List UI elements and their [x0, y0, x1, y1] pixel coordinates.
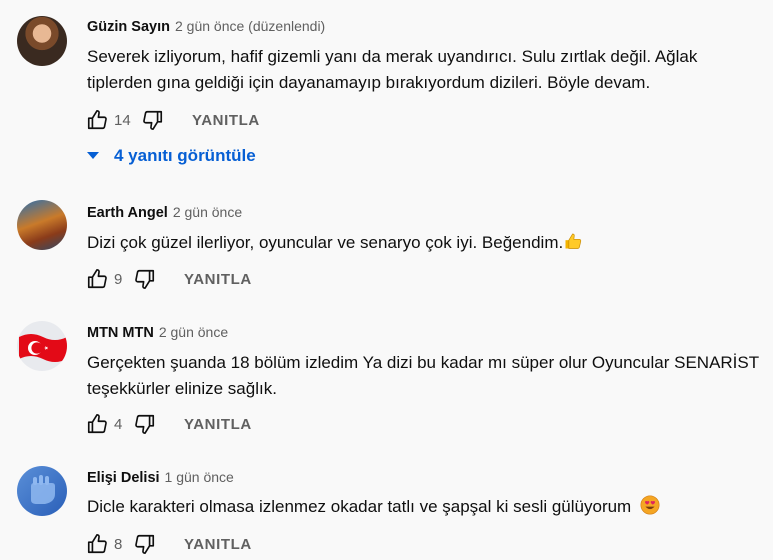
comment-header: Earth Angel 2 gün önce — [87, 203, 242, 222]
thumbs-up-emoji — [563, 231, 583, 251]
author-name[interactable]: Elişi Delisi — [87, 470, 160, 486]
comment-header: MTN MTN 2 gün önce — [87, 323, 228, 342]
comment-text-line: Dizi çok güzel ilerliyor, oyuncular ve s… — [87, 233, 564, 252]
turkish-flag-icon — [19, 334, 67, 362]
thumbs-down-icon[interactable] — [134, 413, 156, 435]
comment-text-line: Dicle karakteri olmasa izlenmez okadar t… — [87, 497, 632, 516]
avatar[interactable] — [17, 200, 67, 250]
thumbs-down-icon[interactable] — [142, 109, 164, 131]
comment-item: MTN MTN 2 gün önce Gerçekten şuanda 18 bö… — [0, 315, 773, 455]
comment-text-line: teşekkürler elinize sağlık. — [87, 379, 277, 398]
comment-time[interactable]: 1 gün önce — [165, 469, 234, 485]
comment-item: Elişi Delisi 1 gün önce Dicle karakteri o… — [0, 460, 773, 554]
reply-button[interactable]: YANITLA — [184, 271, 252, 288]
comment-actions: 8 YANITLA — [86, 533, 252, 555]
author-name[interactable]: Güzin Sayın — [87, 19, 170, 35]
comment-header: Elişi Delisi 1 gün önce — [87, 468, 234, 487]
comment-time[interactable]: 2 gün önce (düzenlendi) — [175, 18, 325, 34]
comment-item: Earth Angel 2 gün önce Dizi çok güzel ile… — [0, 195, 773, 315]
comment-item: Güzin Sayın 2 gün önce (düzenlendi) Sever… — [0, 0, 773, 180]
comment-text: Dicle karakteri olmasa izlenmez okadar t… — [87, 494, 772, 520]
thumbs-up-icon[interactable] — [86, 413, 108, 435]
caret-down-icon — [86, 146, 100, 166]
comment-time[interactable]: 2 gün önce — [159, 324, 228, 340]
author-name[interactable]: MTN MTN — [87, 325, 154, 341]
comment-actions: 14 YANITLA — [86, 109, 260, 131]
heart-eyes-emoji — [640, 495, 660, 515]
comment-text-line: Gerçekten şuanda 18 bölüm izledim Ya diz… — [87, 353, 760, 372]
comment-text-line: tiplerden gına geldiği için dayanamayıp … — [87, 73, 651, 92]
like-count: 4 — [114, 415, 123, 433]
comment-actions: 4 YANITLA — [86, 413, 252, 435]
thumbs-up-icon[interactable] — [86, 109, 108, 131]
comment-text-line: Severek izliyorum, hafif gizemli yanı da… — [87, 47, 698, 66]
comment-text: Severek izliyorum, hafif gizemli yanı da… — [87, 44, 772, 96]
comment-time[interactable]: 2 gün önce — [173, 204, 242, 220]
view-replies-label: 4 yanıtı görüntüle — [114, 146, 256, 165]
avatar[interactable] — [17, 321, 67, 371]
comment-text: Gerçekten şuanda 18 bölüm izledim Ya diz… — [87, 350, 772, 402]
like-count: 14 — [114, 111, 131, 129]
reply-button[interactable]: YANITLA — [184, 416, 252, 433]
comment-header: Güzin Sayın 2 gün önce (düzenlendi) — [87, 17, 325, 36]
reply-button[interactable]: YANITLA — [184, 536, 252, 553]
comment-actions: 9 YANITLA — [86, 268, 252, 290]
thumbs-down-icon[interactable] — [134, 268, 156, 290]
comment-text: Dizi çok güzel ilerliyor, oyuncular ve s… — [87, 230, 772, 256]
author-name[interactable]: Earth Angel — [87, 205, 168, 221]
avatar[interactable] — [17, 16, 67, 66]
avatar[interactable] — [17, 466, 67, 516]
like-count: 8 — [114, 535, 123, 553]
reply-button[interactable]: YANITLA — [192, 112, 260, 129]
thumbs-up-icon[interactable] — [86, 533, 108, 555]
thumbs-up-icon[interactable] — [86, 268, 108, 290]
view-replies-button[interactable]: 4 yanıtı görüntüle — [86, 146, 256, 166]
thumbs-down-icon[interactable] — [134, 533, 156, 555]
like-count: 9 — [114, 270, 123, 288]
hand-icon — [31, 475, 55, 504]
